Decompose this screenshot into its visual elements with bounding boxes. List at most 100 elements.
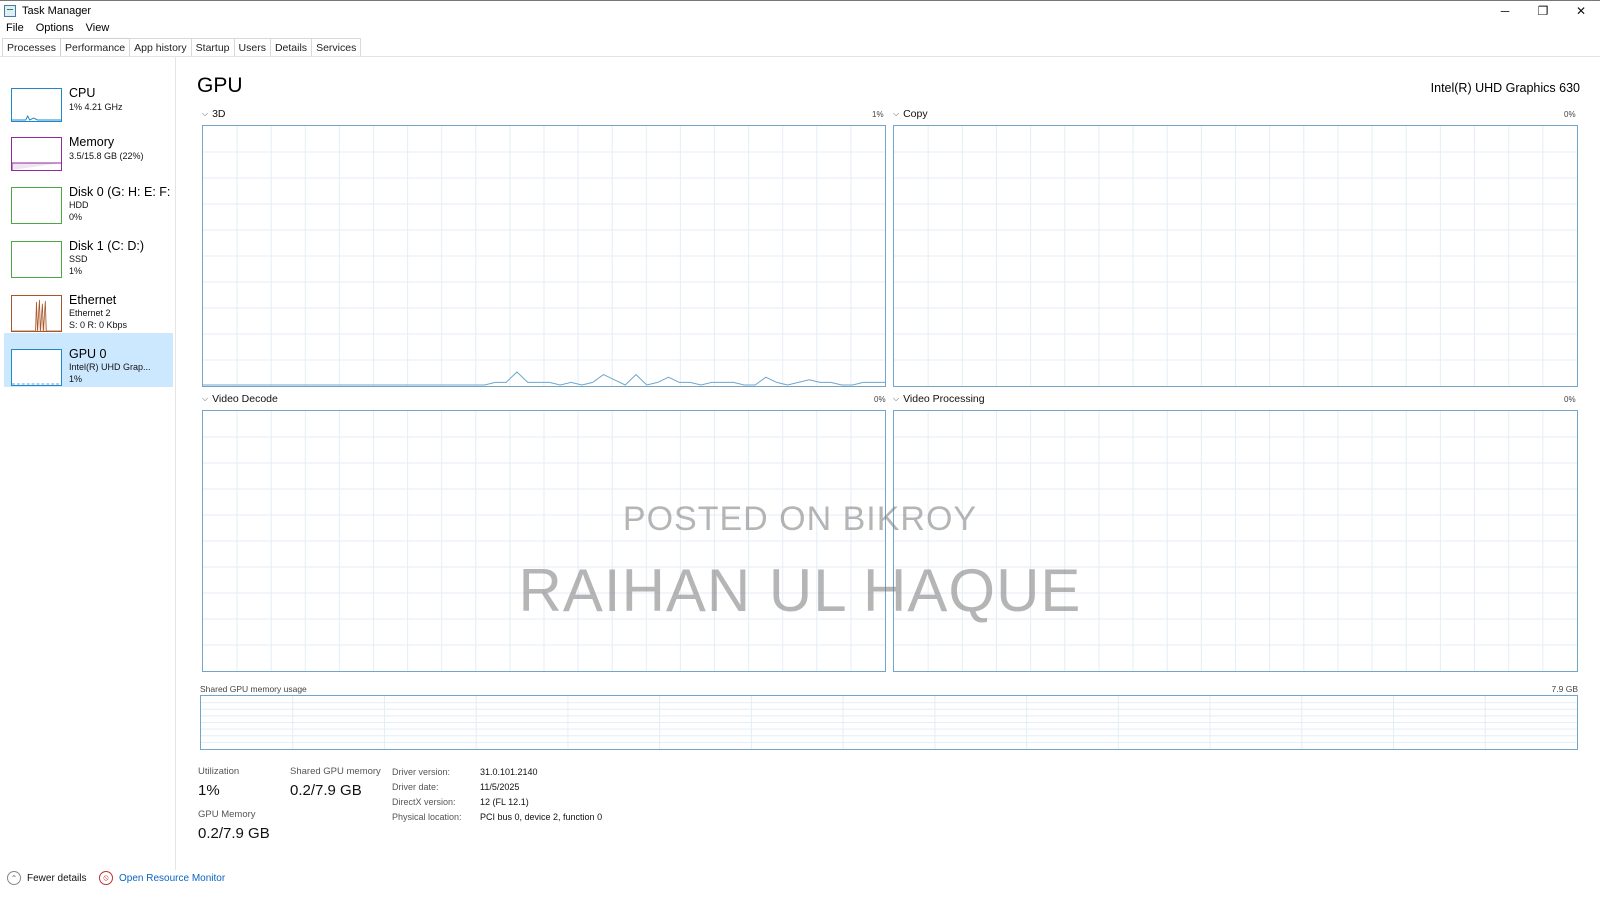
chevron-down-icon: ⌵ bbox=[893, 109, 900, 118]
sidebar-item-detail: S: 0 R: 0 Kbps bbox=[69, 320, 128, 330]
graph-video-decode-selector[interactable]: ⌵ Video Decode bbox=[202, 393, 278, 405]
ethernet-thumbnail-graph bbox=[11, 295, 62, 332]
tab-bar: Processes Performance App history Startu… bbox=[2, 38, 362, 57]
graph-canvas bbox=[894, 126, 1577, 386]
fewer-details-label: Fewer details bbox=[27, 872, 87, 884]
graph-video-processing-selector[interactable]: ⌵ Video Processing bbox=[893, 393, 985, 405]
tab-app-history[interactable]: App history bbox=[129, 38, 192, 57]
menu-bar: File Options View bbox=[0, 20, 115, 36]
physical-location-value: PCI bus 0, device 2, function 0 bbox=[480, 812, 603, 822]
open-resource-monitor-link[interactable]: ⦸ Open Resource Monitor bbox=[99, 870, 225, 886]
physical-location-label: Physical location: bbox=[392, 812, 462, 822]
menu-view[interactable]: View bbox=[80, 20, 116, 36]
utilization-value: 1% bbox=[198, 782, 220, 799]
sidebar-item-memory[interactable]: Memory 3.5/15.8 GB (22%) bbox=[4, 121, 173, 175]
sidebar-item-cpu[interactable]: CPU 1% 4.21 GHz bbox=[4, 72, 173, 126]
tab-performance[interactable]: Performance bbox=[60, 38, 131, 57]
gpu-memory-value: 0.2/7.9 GB bbox=[198, 825, 270, 842]
tab-services[interactable]: Services bbox=[311, 38, 362, 57]
task-manager-icon bbox=[4, 4, 16, 17]
tab-users[interactable]: Users bbox=[233, 38, 271, 57]
page-title: GPU bbox=[197, 74, 243, 97]
driver-version-value: 31.0.101.2140 bbox=[480, 767, 538, 777]
graph-canvas bbox=[894, 411, 1577, 671]
sidebar-item-detail: 1% 4.21 GHz bbox=[69, 102, 123, 112]
watermark-line-2: RAIHAN UL HAQUE bbox=[518, 557, 1082, 624]
title-bar: Task Manager ─ ❐ ✕ bbox=[0, 0, 1600, 20]
sidebar-item-name: GPU 0 bbox=[69, 347, 107, 361]
sidebar-item-gpu-0[interactable]: GPU 0 Intel(R) UHD Grap... 1% bbox=[4, 333, 173, 387]
sidebar-item-disk-1[interactable]: Disk 1 (C: D:) SSD 1% bbox=[4, 225, 173, 279]
graph-video-decode-max: 0% bbox=[874, 395, 886, 404]
sidebar-item-detail: 1% bbox=[69, 266, 83, 276]
graph-video-processing-max: 0% bbox=[1564, 395, 1576, 404]
directx-version-value: 12 (FL 12.1) bbox=[480, 797, 529, 807]
window-title: Task Manager bbox=[22, 4, 92, 17]
tab-details[interactable]: Details bbox=[269, 38, 313, 57]
minimize-button[interactable]: ─ bbox=[1486, 1, 1524, 21]
watermark-line-1: POSTED ON BIKROY bbox=[622, 500, 978, 538]
memory-thumbnail-graph bbox=[11, 137, 62, 171]
graph-3d-selector[interactable]: ⌵ 3D bbox=[202, 108, 226, 120]
sidebar-item-adapter: Ethernet 2 bbox=[69, 308, 111, 318]
graph-copy-selector[interactable]: ⌵ Copy bbox=[893, 108, 928, 120]
chevron-down-icon: ⌵ bbox=[202, 109, 209, 118]
cpu-thumbnail-graph bbox=[11, 88, 62, 122]
shared-memory-value: 0.2/7.9 GB bbox=[290, 782, 362, 799]
sidebar-item-name: Disk 1 (C: D:) bbox=[69, 239, 144, 253]
sidebar-item-name: Memory bbox=[69, 135, 115, 149]
graph-copy bbox=[893, 125, 1578, 387]
graph-video-processing bbox=[893, 410, 1578, 672]
gpu-thumbnail-graph bbox=[11, 349, 62, 386]
chevron-down-icon: ⌵ bbox=[202, 394, 209, 403]
shared-memory-label: Shared GPU memory bbox=[290, 766, 381, 777]
directx-version-label: DirectX version: bbox=[392, 797, 456, 807]
sidebar-item-name: Disk 0 (G: H: E: F: I: bbox=[69, 185, 173, 199]
sidebar-item-type: SSD bbox=[69, 254, 88, 264]
graph-copy-max: 0% bbox=[1564, 110, 1576, 119]
maximize-button[interactable]: ❐ bbox=[1524, 1, 1562, 21]
driver-date-value: 11/5/2025 bbox=[480, 782, 520, 792]
graph-canvas bbox=[203, 411, 885, 671]
sidebar-item-detail: 0% bbox=[69, 212, 83, 222]
menu-options[interactable]: Options bbox=[30, 20, 80, 36]
menu-file[interactable]: File bbox=[0, 20, 30, 36]
graph-video-processing-label: Video Processing bbox=[903, 393, 985, 405]
sidebar-item-detail: 1% bbox=[69, 374, 83, 384]
chevron-down-icon: ⌵ bbox=[893, 394, 900, 403]
graph-copy-label: Copy bbox=[903, 108, 928, 120]
driver-date-label: Driver date: bbox=[392, 782, 439, 792]
driver-version-label: Driver version: bbox=[392, 767, 451, 777]
disk-0-thumbnail-graph bbox=[11, 187, 62, 224]
close-button[interactable]: ✕ bbox=[1562, 1, 1600, 21]
open-resource-monitor-label: Open Resource Monitor bbox=[119, 872, 226, 884]
window-controls: ─ ❐ ✕ bbox=[1486, 1, 1600, 21]
shared-memory-graph-max: 7.9 GB bbox=[1551, 684, 1578, 694]
graph-3d bbox=[202, 125, 886, 387]
sidebar-item-model: Intel(R) UHD Grap... bbox=[69, 362, 151, 372]
shared-memory-graph bbox=[200, 695, 1578, 750]
graph-3d-max: 1% bbox=[872, 110, 884, 119]
resource-sidebar: CPU 1% 4.21 GHz Memory 3.5/15.8 GB (22%)… bbox=[0, 57, 176, 870]
graph-video-decode bbox=[202, 410, 886, 672]
shared-memory-graph-label: Shared GPU memory usage bbox=[200, 684, 307, 694]
fewer-details-button[interactable]: ⌃ Fewer details bbox=[7, 870, 86, 886]
gpu-model-name: Intel(R) UHD Graphics 630 bbox=[1430, 81, 1580, 95]
resource-monitor-icon: ⦸ bbox=[99, 871, 113, 885]
tab-startup[interactable]: Startup bbox=[190, 38, 235, 57]
graph-3d-label: 3D bbox=[212, 108, 226, 120]
sidebar-item-type: HDD bbox=[69, 200, 89, 210]
tab-divider bbox=[0, 56, 1600, 57]
sidebar-item-name: CPU bbox=[69, 86, 96, 100]
sidebar-item-detail: 3.5/15.8 GB (22%) bbox=[69, 151, 144, 161]
gpu-memory-label: GPU Memory bbox=[198, 809, 256, 820]
tab-processes[interactable]: Processes bbox=[2, 38, 62, 57]
graph-canvas bbox=[201, 696, 1577, 749]
graph-video-decode-label: Video Decode bbox=[212, 393, 278, 405]
sidebar-item-ethernet[interactable]: Ethernet Ethernet 2 S: 0 R: 0 Kbps bbox=[4, 279, 173, 333]
sidebar-item-name: Ethernet bbox=[69, 293, 117, 307]
utilization-label: Utilization bbox=[198, 766, 240, 777]
sidebar-item-disk-0[interactable]: Disk 0 (G: H: E: F: I: HDD 0% bbox=[4, 171, 173, 225]
graph-canvas bbox=[203, 126, 885, 386]
disk-1-thumbnail-graph bbox=[11, 241, 62, 278]
